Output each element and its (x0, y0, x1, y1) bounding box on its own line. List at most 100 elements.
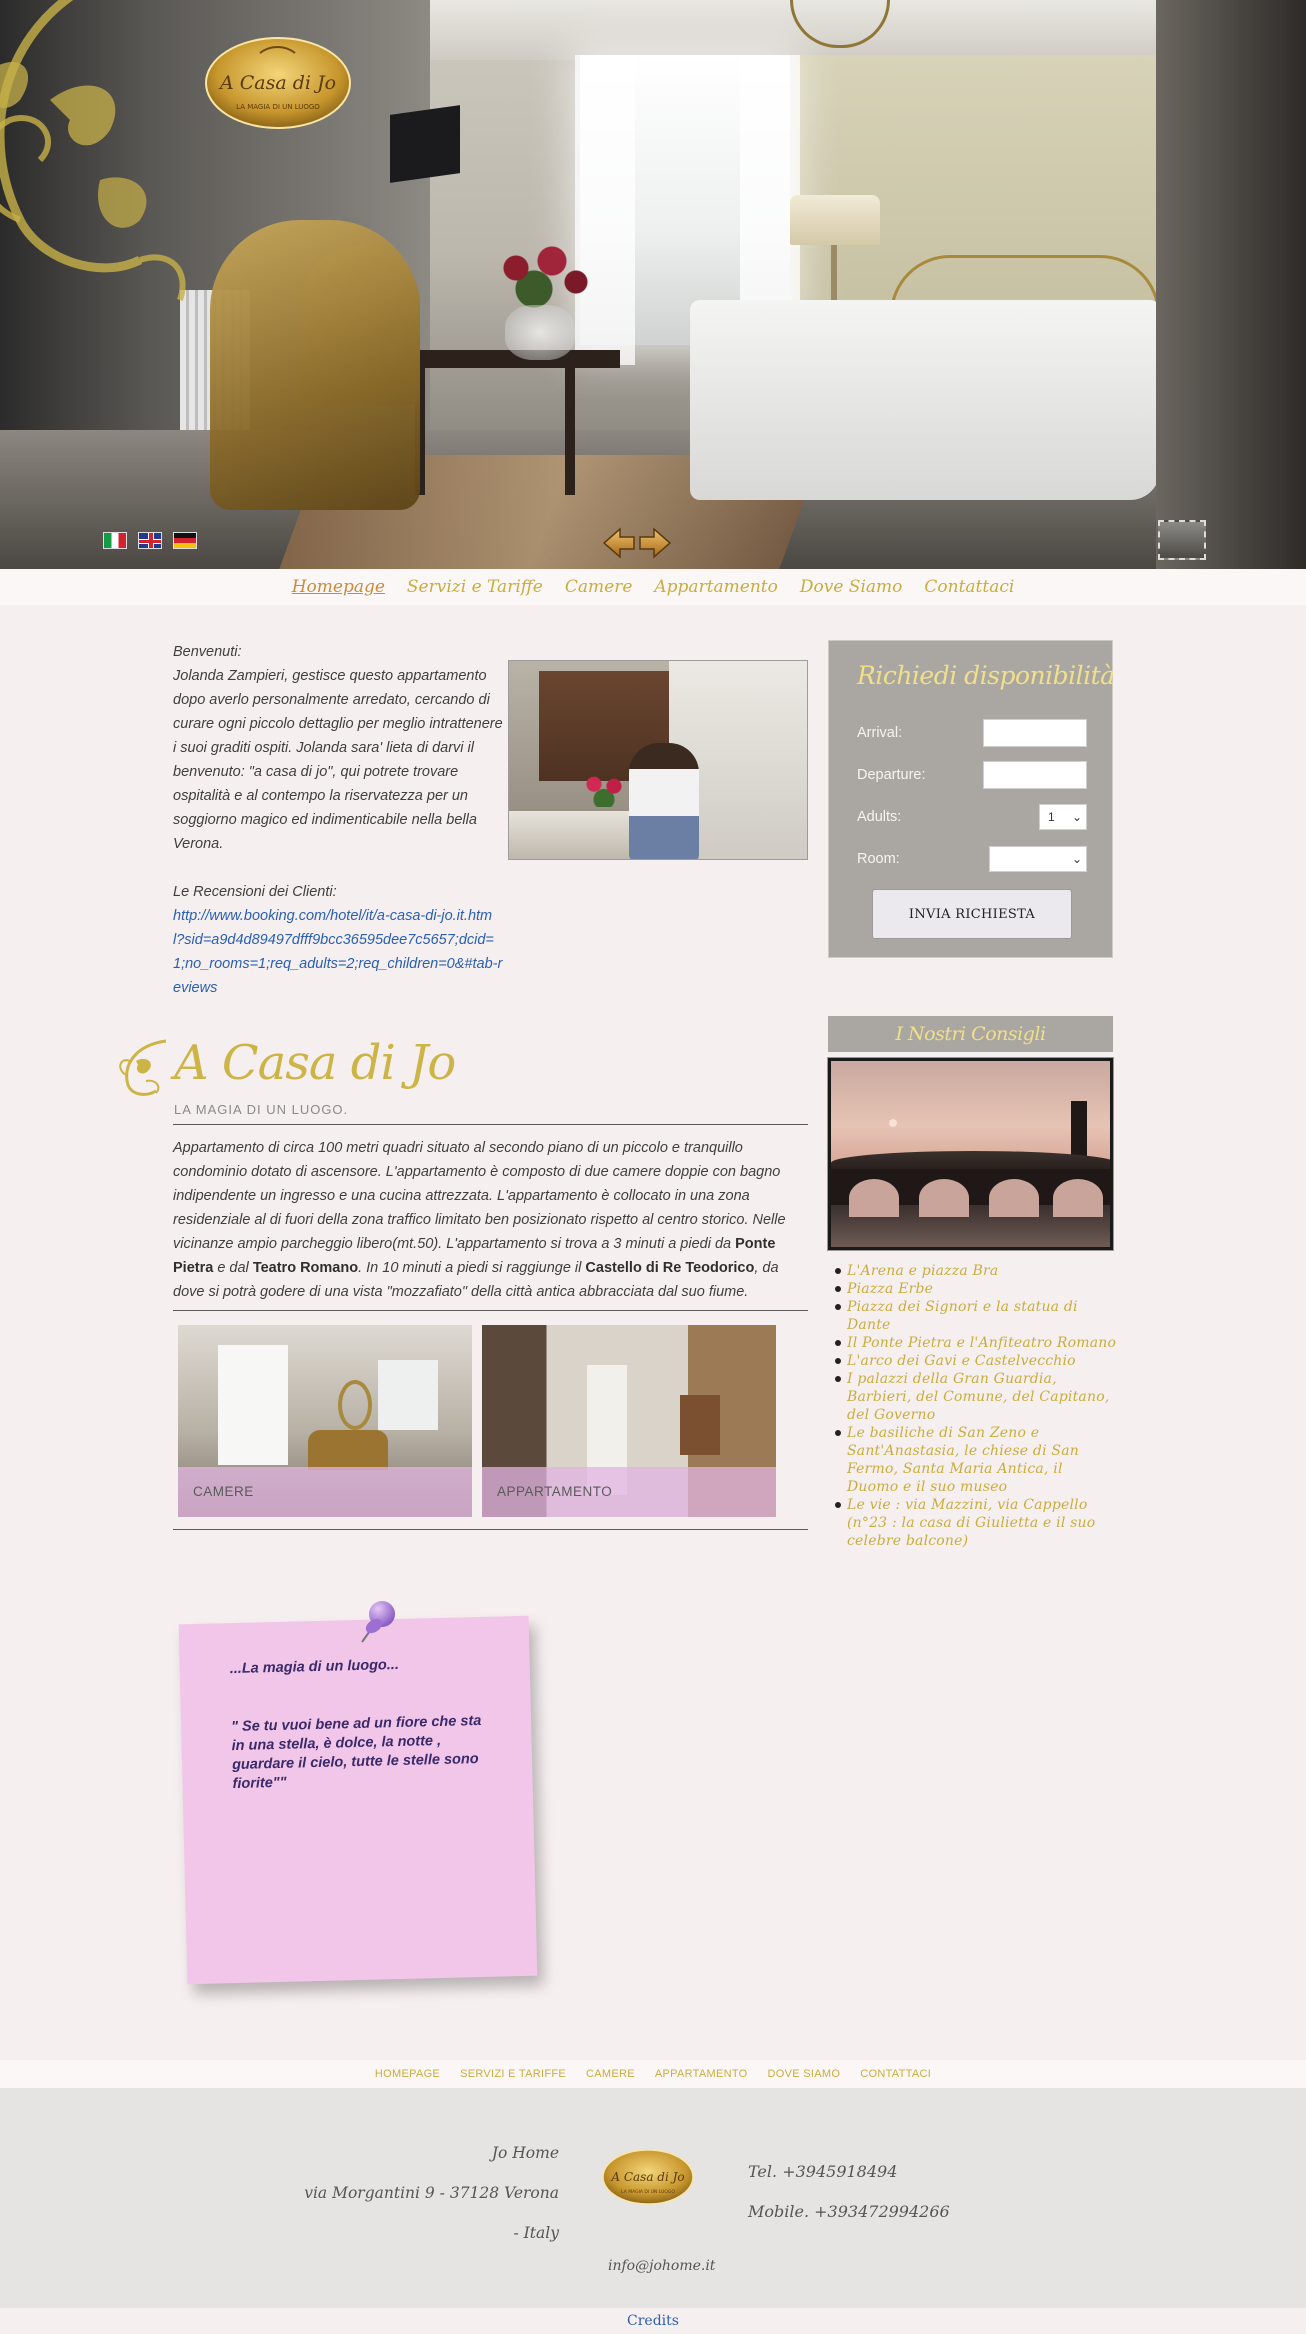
hero-chair (210, 220, 420, 510)
nav-homepage[interactable]: Homepage (292, 577, 385, 597)
footer-tel[interactable]: Tel. +3945918494 (748, 2152, 950, 2192)
card-image-window (218, 1345, 288, 1465)
footer-nav: HOMEPAGE SERVIZI E TARIFFE CAMERE APPART… (0, 2060, 1306, 2088)
footer-email[interactable]: info@johome.it (608, 2258, 715, 2274)
section-subtitle: LA MAGIA DI UN LUOGO. (174, 1102, 349, 1117)
departure-input[interactable] (983, 761, 1087, 789)
card-camere[interactable]: CAMERE (178, 1325, 472, 1517)
card-image-kitchen (680, 1395, 720, 1455)
booking-title: Richiedi disponibilità (857, 661, 1115, 690)
main-nav: Homepage Servizi e Tariffe Camere Appart… (0, 569, 1306, 605)
hero-table (400, 350, 620, 368)
nav-camere[interactable]: Camere (565, 577, 633, 597)
footer-logo[interactable]: A Casa di Jo LA MAGIA DI UN LUOGO (602, 2148, 694, 2206)
reviews-block: Le Recensioni dei Clienti: http://www.bo… (173, 880, 503, 1000)
card-image-window (378, 1360, 438, 1430)
slideshow-controls (602, 527, 672, 559)
departure-row: Departure: (857, 761, 1087, 789)
footer-nav-contattaci[interactable]: CONTATTACI (860, 2068, 931, 2080)
hero-table-leg (565, 365, 575, 495)
floral-ornament-icon (0, 0, 186, 301)
booking-form: Richiedi disponibilità Arrival: Departur… (828, 640, 1115, 958)
desc-text: e dal (213, 1260, 253, 1276)
push-pin-icon (361, 1601, 395, 1643)
list-item[interactable]: Le basiliche di San Zeno e Sant'Anastasi… (835, 1424, 1117, 1496)
chevron-down-icon: ⌄ (1071, 852, 1082, 866)
footer-mobile[interactable]: Mobile. +393472994266 (748, 2192, 950, 2232)
photo-arch (989, 1179, 1039, 1217)
flourish-icon (119, 1039, 167, 1096)
adults-select[interactable]: 1 ⌄ (1039, 804, 1087, 830)
list-item[interactable]: Piazza dei Signori e la statua di Dante (835, 1298, 1117, 1334)
footer-nav-servizi-e-tariffe[interactable]: SERVIZI E TARIFFE (460, 2068, 566, 2080)
reviews-label: Le Recensioni dei Clienti: (173, 884, 337, 900)
room-select[interactable]: ⌄ (989, 846, 1087, 872)
arrow-left-icon[interactable] (602, 527, 636, 559)
submit-request-button[interactable]: INVIA RICHIESTA (872, 889, 1072, 939)
footer-street: via Morgantini 9 - 37128 Verona (304, 2184, 559, 2202)
list-item[interactable]: Le vie : via Mazzini, via Cappello (n°23… (835, 1496, 1117, 1550)
adults-label: Adults: (857, 809, 902, 825)
footer-address: Jo Home via Morgantini 9 - 37128 Verona … (304, 2133, 559, 2253)
section-title: A Casa di Jo (174, 1035, 456, 1091)
host-photo (508, 660, 808, 860)
desc-text: Appartamento di circa 100 metri quadri s… (173, 1140, 786, 1252)
adults-value: 1 (1048, 810, 1055, 824)
site-logo[interactable]: A Casa di Jo LA MAGIA DI UN LUOGO (205, 33, 351, 129)
footer-logo-text: A Casa di Jo (610, 2170, 684, 2184)
welcome-heading: Benvenuti: (173, 644, 242, 660)
welcome-paragraph: Jolanda Zampieri, gestisce questo appart… (173, 668, 503, 852)
hero-curtain-left (575, 55, 635, 365)
credits-link[interactable]: Credits (0, 2308, 1306, 2334)
consigli-title: I Nostri Consigli (828, 1016, 1113, 1052)
language-switcher (103, 532, 197, 549)
arrival-label: Arrival: (857, 725, 903, 741)
nav-servizi-e-tariffe[interactable]: Servizi e Tariffe (407, 577, 543, 597)
footer-country: - Italy (513, 2224, 559, 2242)
flag-italy-icon[interactable] (103, 532, 127, 549)
hero-flowers (480, 240, 600, 310)
footer-phones: Tel. +3945918494 Mobile. +393472994266 (748, 2152, 950, 2232)
footer-nav-appartamento[interactable]: APPARTAMENTO (655, 2068, 748, 2080)
list-item[interactable]: Il Ponte Pietra e l'Anfiteatro Romano (835, 1334, 1117, 1352)
hero-vase (505, 305, 575, 360)
list-item[interactable]: Piazza Erbe (835, 1280, 1117, 1298)
arrow-right-icon[interactable] (638, 527, 672, 559)
verona-bridge-photo (827, 1057, 1114, 1251)
flag-uk-icon[interactable] (138, 532, 162, 549)
sticky-note-quote: " Se tu vuoi bene ad un fiore che sta in… (230, 1712, 482, 1793)
footer-nav-dove-siamo[interactable]: DOVE SIAMO (768, 2068, 841, 2080)
card-image-mirror (338, 1380, 372, 1430)
footer: Jo Home via Morgantini 9 - 37128 Verona … (0, 2088, 1306, 2308)
slideshow-thumbnail-button[interactable] (1158, 520, 1206, 560)
list-item[interactable]: L'arco dei Gavi e Castelvecchio (835, 1352, 1117, 1370)
room-row: Room: ⌄ (857, 845, 1087, 873)
photo-arch (849, 1179, 899, 1217)
nav-appartamento[interactable]: Appartamento (654, 577, 777, 597)
divider (173, 1529, 808, 1530)
photo-moon (889, 1119, 897, 1127)
list-item[interactable]: I palazzi della Gran Guardia, Barbieri, … (835, 1370, 1117, 1424)
sticky-note: ...La magia di un luogo... " Se tu vuoi … (178, 1615, 538, 1985)
footer-nav-camere[interactable]: CAMERE (586, 2068, 635, 2080)
chevron-down-icon: ⌄ (1071, 810, 1082, 824)
card-appartamento[interactable]: APPARTAMENTO (482, 1325, 776, 1517)
nav-dove-siamo[interactable]: Dove Siamo (800, 577, 903, 597)
photo-arch (919, 1179, 969, 1217)
sticky-note-title: ...La magia di un luogo... (229, 1656, 400, 1678)
divider (173, 1124, 808, 1125)
photo-roses (579, 769, 629, 807)
nav-contattaci[interactable]: Contattaci (924, 577, 1014, 597)
footer-nav-homepage[interactable]: HOMEPAGE (375, 2068, 440, 2080)
photo-host (629, 743, 699, 859)
consigli-list: L'Arena e piazza Bra Piazza Erbe Piazza … (835, 1262, 1117, 1550)
arrival-input[interactable] (983, 719, 1087, 747)
list-item[interactable]: L'Arena e piazza Bra (835, 1262, 1117, 1280)
card-image-chairs (308, 1430, 388, 1470)
hero-wall-dark (1156, 0, 1306, 569)
reviews-link[interactable]: http://www.booking.com/hotel/it/a-casa-d… (173, 904, 503, 1000)
flag-germany-icon[interactable] (173, 532, 197, 549)
desc-bold: Teatro Romano (252, 1260, 359, 1276)
welcome-text: Benvenuti: Jolanda Zampieri, gestisce qu… (173, 640, 503, 1000)
photo-arch (1053, 1179, 1103, 1217)
